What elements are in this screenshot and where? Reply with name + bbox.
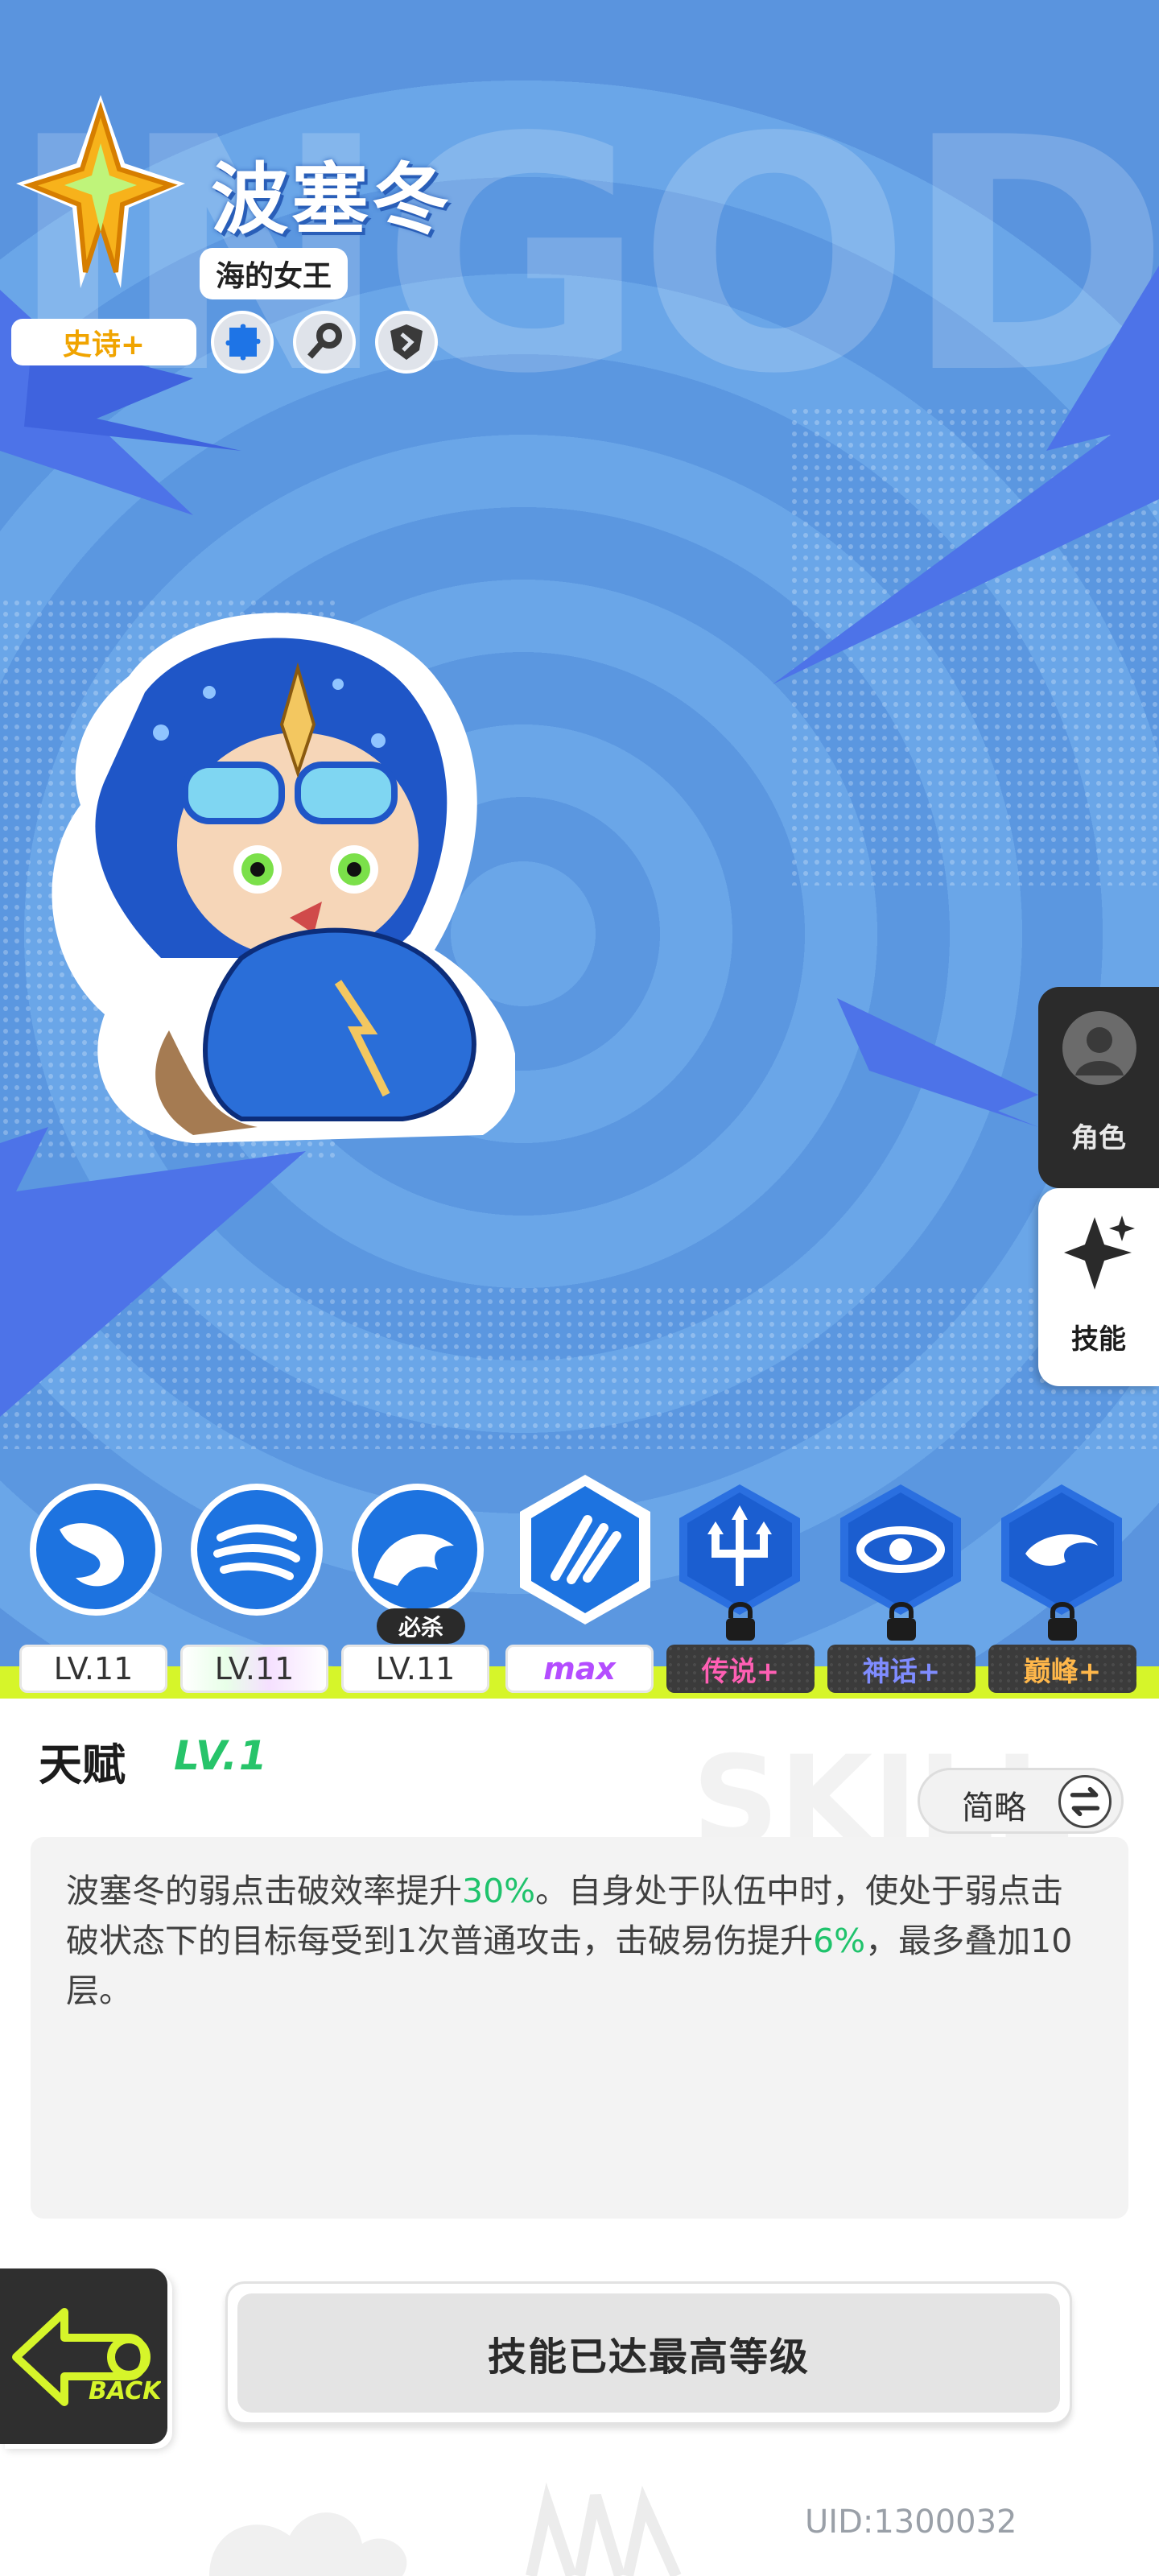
sparkle-star-icon: [1064, 1216, 1135, 1290]
vortex-skill-icon[interactable]: [832, 1481, 969, 1618]
skill-level-badge: LV.11: [180, 1645, 328, 1693]
description-highlight: 30%: [462, 1872, 536, 1910]
brief-toggle-label: 简略: [962, 1790, 1026, 1827]
talent-description-box: 波塞冬的弱点击破效率提升30%。自身处于队伍中时，使处于弱点击破状态下的目标每受…: [31, 1837, 1128, 2219]
bottom-decoration: [209, 2482, 682, 2576]
skill-level-badge: 巅峰+: [988, 1645, 1136, 1693]
shield-icon[interactable]: [375, 311, 438, 374]
puzzle-icon[interactable]: [211, 311, 274, 374]
description-highlight: 6%: [813, 1922, 866, 1960]
skill-level-badge: 神话+: [827, 1645, 975, 1693]
lock-icon: [1048, 1602, 1077, 1641]
tidal-wave-skill-icon[interactable]: [349, 1481, 486, 1618]
description-text: 波塞冬的弱点击破效率提升: [66, 1872, 462, 1910]
skill-maxed-label: 技能已达最高等级: [237, 2293, 1060, 2413]
character-portrait: [52, 613, 515, 1143]
tab-skill[interactable]: 技能: [1038, 1188, 1159, 1386]
skill-level-badge: LV.11: [19, 1645, 167, 1693]
lock-icon: [887, 1602, 916, 1641]
hero-title-tag: 海的女王: [200, 248, 349, 299]
skill-maxed-button[interactable]: 技能已达最高等级: [225, 2281, 1072, 2425]
whirlpool-skill-icon[interactable]: [993, 1481, 1130, 1618]
water-swirl-skill-icon[interactable]: [188, 1481, 325, 1618]
back-arrow-icon: BACK: [12, 2308, 161, 2406]
talent-claw-skill-icon[interactable]: [507, 1472, 663, 1628]
lock-icon: [726, 1602, 755, 1641]
talent-level: LV.1: [174, 1732, 269, 1779]
tab-role[interactable]: 角色: [1038, 987, 1159, 1188]
rarity-badge: 史诗+: [11, 319, 196, 365]
avatar-icon: [1062, 1011, 1136, 1085]
talent-title: 天赋: [39, 1740, 126, 1790]
talent-description: 波塞冬的弱点击破效率提升30%。自身处于队伍中时，使处于弱点击破状态下的目标每受…: [66, 1866, 1093, 2016]
water-wave-skill-icon[interactable]: [27, 1481, 164, 1618]
brief-toggle-button[interactable]: 简略: [918, 1768, 1124, 1834]
tab-skill-label: 技能: [1071, 1323, 1126, 1356]
key-icon[interactable]: [293, 311, 356, 374]
back-button[interactable]: BACK: [0, 2268, 167, 2444]
trident-skill-icon[interactable]: [671, 1481, 808, 1618]
swap-arrows-icon: [1058, 1775, 1112, 1828]
skill-level-badge: max: [505, 1645, 654, 1693]
tab-role-label: 角色: [1071, 1122, 1126, 1154]
uid-label: UID:1300032: [805, 2504, 1017, 2541]
hero-name: 波塞冬: [211, 155, 452, 245]
ultimate-tag: 必杀: [377, 1608, 465, 1644]
skill-level-badge: LV.11: [341, 1645, 489, 1693]
rarity-star-emblem: [16, 95, 185, 288]
skill-level-badge: 传说+: [666, 1645, 815, 1693]
back-label: BACK: [89, 2377, 161, 2405]
